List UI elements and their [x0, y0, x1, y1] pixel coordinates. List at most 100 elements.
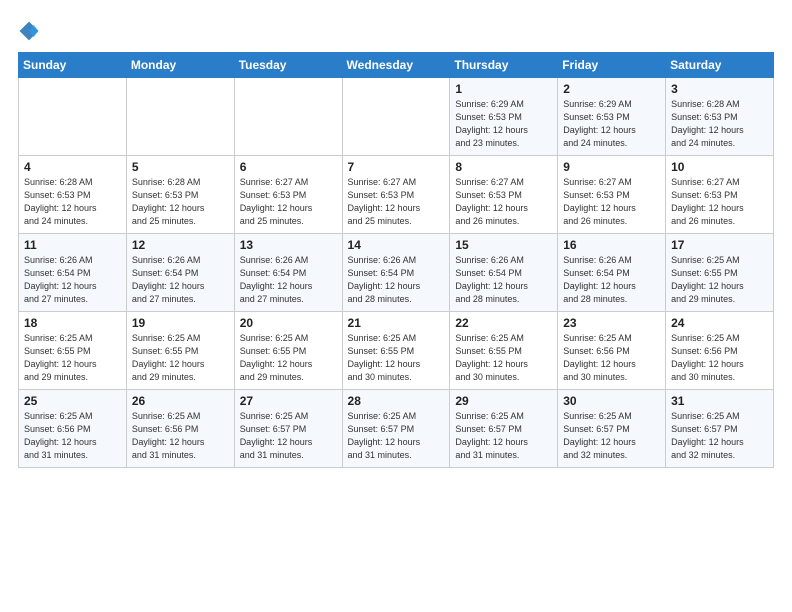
day-info: Sunrise: 6:26 AM Sunset: 6:54 PM Dayligh…: [24, 254, 121, 306]
day-info: Sunrise: 6:27 AM Sunset: 6:53 PM Dayligh…: [455, 176, 552, 228]
day-number: 5: [132, 160, 229, 174]
day-number: 2: [563, 82, 660, 96]
calendar-cell: 5 Sunrise: 6:28 AM Sunset: 6:53 PM Daylig…: [126, 156, 234, 234]
day-number: 1: [455, 82, 552, 96]
weekday-header-monday: Monday: [126, 53, 234, 78]
day-info: Sunrise: 6:25 AM Sunset: 6:56 PM Dayligh…: [671, 332, 768, 384]
calendar-cell: 21 Sunrise: 6:25 AM Sunset: 6:55 PM Dayli…: [342, 312, 450, 390]
calendar-cell: 9 Sunrise: 6:27 AM Sunset: 6:53 PM Daylig…: [558, 156, 666, 234]
day-number: 24: [671, 316, 768, 330]
day-info: Sunrise: 6:27 AM Sunset: 6:53 PM Dayligh…: [240, 176, 337, 228]
day-info: Sunrise: 6:27 AM Sunset: 6:53 PM Dayligh…: [671, 176, 768, 228]
day-info: Sunrise: 6:26 AM Sunset: 6:54 PM Dayligh…: [455, 254, 552, 306]
day-number: 28: [348, 394, 445, 408]
day-info: Sunrise: 6:29 AM Sunset: 6:53 PM Dayligh…: [563, 98, 660, 150]
calendar-cell: 10Sunrise: 6:27 AM Sunset: 6:53 PM Dayli…: [666, 156, 774, 234]
day-number: 30: [563, 394, 660, 408]
weekday-header-saturday: Saturday: [666, 53, 774, 78]
calendar-header-row: SundayMondayTuesdayWednesdayThursdayFrid…: [19, 53, 774, 78]
calendar-cell: 16 Sunrise: 6:26 AM Sunset: 6:54 PM Dayli…: [558, 234, 666, 312]
weekday-header-sunday: Sunday: [19, 53, 127, 78]
calendar-cell: 26 Sunrise: 6:25 AM Sunset: 6:56 PM Dayli…: [126, 390, 234, 468]
day-number: 4: [24, 160, 121, 174]
day-number: 26: [132, 394, 229, 408]
day-info: Sunrise: 6:26 AM Sunset: 6:54 PM Dayligh…: [348, 254, 445, 306]
calendar-week-2: 4 Sunrise: 6:28 AM Sunset: 6:53 PM Daylig…: [19, 156, 774, 234]
day-number: 3: [671, 82, 768, 96]
calendar-cell: 27 Sunrise: 6:25 AM Sunset: 6:57 PM Dayli…: [234, 390, 342, 468]
day-number: 12: [132, 238, 229, 252]
calendar-cell: 12 Sunrise: 6:26 AM Sunset: 6:54 PM Dayli…: [126, 234, 234, 312]
calendar-cell: [19, 78, 127, 156]
calendar-cell: [342, 78, 450, 156]
day-number: 9: [563, 160, 660, 174]
day-number: 27: [240, 394, 337, 408]
day-info: Sunrise: 6:25 AM Sunset: 6:57 PM Dayligh…: [563, 410, 660, 462]
day-number: 23: [563, 316, 660, 330]
calendar-cell: 1 Sunrise: 6:29 AM Sunset: 6:53 PM Daylig…: [450, 78, 558, 156]
day-info: Sunrise: 6:25 AM Sunset: 6:57 PM Dayligh…: [671, 410, 768, 462]
day-number: 20: [240, 316, 337, 330]
day-number: 14: [348, 238, 445, 252]
day-info: Sunrise: 6:25 AM Sunset: 6:55 PM Dayligh…: [348, 332, 445, 384]
header: [18, 18, 774, 42]
calendar-cell: 23 Sunrise: 6:25 AM Sunset: 6:56 PM Dayli…: [558, 312, 666, 390]
day-info: Sunrise: 6:25 AM Sunset: 6:55 PM Dayligh…: [455, 332, 552, 384]
calendar-cell: 31 Sunrise: 6:25 AM Sunset: 6:57 PM Dayli…: [666, 390, 774, 468]
calendar-week-5: 25 Sunrise: 6:25 AM Sunset: 6:56 PM Dayli…: [19, 390, 774, 468]
calendar-week-3: 11 Sunrise: 6:26 AM Sunset: 6:54 PM Dayli…: [19, 234, 774, 312]
day-number: 11: [24, 238, 121, 252]
day-number: 29: [455, 394, 552, 408]
day-number: 19: [132, 316, 229, 330]
day-info: Sunrise: 6:28 AM Sunset: 6:53 PM Dayligh…: [132, 176, 229, 228]
day-info: Sunrise: 6:27 AM Sunset: 6:53 PM Dayligh…: [348, 176, 445, 228]
weekday-header-thursday: Thursday: [450, 53, 558, 78]
calendar-cell: 4Sunrise: 6:28 AM Sunset: 6:53 PM Daylig…: [19, 156, 127, 234]
day-number: 31: [671, 394, 768, 408]
day-info: Sunrise: 6:28 AM Sunset: 6:53 PM Dayligh…: [671, 98, 768, 150]
calendar-cell: 15 Sunrise: 6:26 AM Sunset: 6:54 PM Dayli…: [450, 234, 558, 312]
weekday-header-tuesday: Tuesday: [234, 53, 342, 78]
day-info: Sunrise: 6:25 AM Sunset: 6:55 PM Dayligh…: [671, 254, 768, 306]
day-number: 21: [348, 316, 445, 330]
day-info: Sunrise: 6:25 AM Sunset: 6:56 PM Dayligh…: [563, 332, 660, 384]
day-info: Sunrise: 6:27 AM Sunset: 6:53 PM Dayligh…: [563, 176, 660, 228]
calendar: SundayMondayTuesdayWednesdayThursdayFrid…: [18, 52, 774, 468]
day-number: 22: [455, 316, 552, 330]
calendar-cell: 6 Sunrise: 6:27 AM Sunset: 6:53 PM Daylig…: [234, 156, 342, 234]
calendar-cell: 17 Sunrise: 6:25 AM Sunset: 6:55 PM Dayli…: [666, 234, 774, 312]
day-info: Sunrise: 6:26 AM Sunset: 6:54 PM Dayligh…: [240, 254, 337, 306]
weekday-header-wednesday: Wednesday: [342, 53, 450, 78]
calendar-cell: 13 Sunrise: 6:26 AM Sunset: 6:54 PM Dayli…: [234, 234, 342, 312]
day-info: Sunrise: 6:25 AM Sunset: 6:57 PM Dayligh…: [455, 410, 552, 462]
day-info: Sunrise: 6:26 AM Sunset: 6:54 PM Dayligh…: [132, 254, 229, 306]
calendar-cell: 8Sunrise: 6:27 AM Sunset: 6:53 PM Daylig…: [450, 156, 558, 234]
calendar-cell: 24 Sunrise: 6:25 AM Sunset: 6:56 PM Dayli…: [666, 312, 774, 390]
day-number: 6: [240, 160, 337, 174]
day-info: Sunrise: 6:26 AM Sunset: 6:54 PM Dayligh…: [563, 254, 660, 306]
day-number: 7: [348, 160, 445, 174]
day-info: Sunrise: 6:25 AM Sunset: 6:57 PM Dayligh…: [240, 410, 337, 462]
calendar-cell: 30 Sunrise: 6:25 AM Sunset: 6:57 PM Dayli…: [558, 390, 666, 468]
calendar-cell: 19 Sunrise: 6:25 AM Sunset: 6:55 PM Dayli…: [126, 312, 234, 390]
logo: [18, 18, 44, 42]
day-number: 25: [24, 394, 121, 408]
calendar-cell: 11 Sunrise: 6:26 AM Sunset: 6:54 PM Dayli…: [19, 234, 127, 312]
calendar-cell: 3 Sunrise: 6:28 AM Sunset: 6:53 PM Daylig…: [666, 78, 774, 156]
day-info: Sunrise: 6:25 AM Sunset: 6:56 PM Dayligh…: [132, 410, 229, 462]
day-info: Sunrise: 6:25 AM Sunset: 6:55 PM Dayligh…: [240, 332, 337, 384]
calendar-cell: 28Sunrise: 6:25 AM Sunset: 6:57 PM Dayli…: [342, 390, 450, 468]
day-number: 17: [671, 238, 768, 252]
day-info: Sunrise: 6:25 AM Sunset: 6:56 PM Dayligh…: [24, 410, 121, 462]
calendar-cell: 14 Sunrise: 6:26 AM Sunset: 6:54 PM Dayli…: [342, 234, 450, 312]
day-number: 16: [563, 238, 660, 252]
day-number: 13: [240, 238, 337, 252]
calendar-cell: 20 Sunrise: 6:25 AM Sunset: 6:55 PM Dayli…: [234, 312, 342, 390]
calendar-cell: 18Sunrise: 6:25 AM Sunset: 6:55 PM Dayli…: [19, 312, 127, 390]
day-number: 15: [455, 238, 552, 252]
logo-icon: [18, 20, 40, 42]
calendar-cell: [126, 78, 234, 156]
calendar-week-4: 18Sunrise: 6:25 AM Sunset: 6:55 PM Dayli…: [19, 312, 774, 390]
day-info: Sunrise: 6:25 AM Sunset: 6:55 PM Dayligh…: [132, 332, 229, 384]
day-info: Sunrise: 6:29 AM Sunset: 6:53 PM Dayligh…: [455, 98, 552, 150]
